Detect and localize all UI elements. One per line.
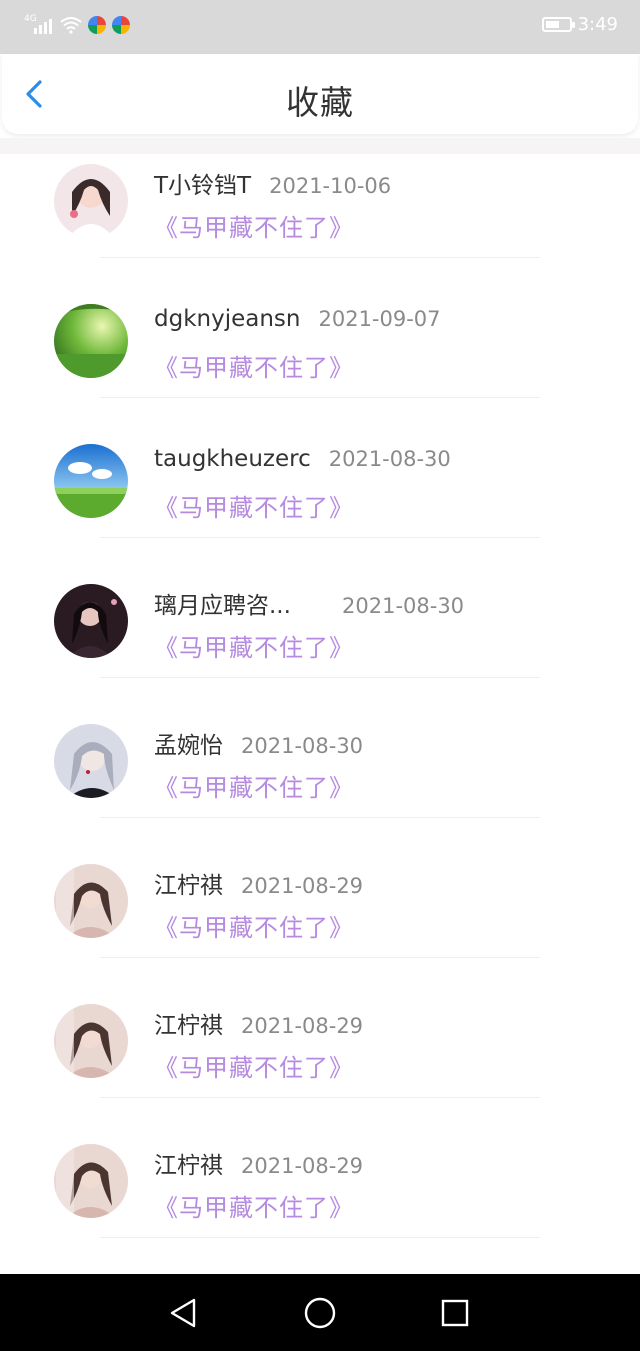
item-meta: 璃月应聘咨... 2021-08-30 (154, 586, 464, 620)
user-name[interactable]: T小铃铛T (154, 166, 251, 200)
avatar[interactable] (54, 444, 128, 518)
status-left: 4G (24, 14, 130, 36)
avatar[interactable] (54, 164, 128, 238)
app-notification-icon (112, 16, 130, 34)
book-title-link[interactable]: 《马甲藏不住了》 (154, 1048, 354, 1083)
wifi-icon (60, 16, 82, 34)
triangle-back-icon (170, 1298, 196, 1328)
user-name[interactable]: 江柠祺 (154, 1006, 223, 1040)
favorite-date: 2021-08-29 (241, 874, 364, 898)
list-item[interactable]: 璃月应聘咨... 2021-08-30 《马甲藏不住了》 (0, 574, 640, 714)
item-meta: taugkheuzerc 2021-08-30 (154, 446, 451, 472)
favorite-date: 2021-08-29 (241, 1014, 364, 1038)
list-item[interactable]: 江柠祺 2021-08-29 《马甲藏不住了》 (0, 994, 640, 1134)
header-spacer (0, 138, 640, 154)
divider (100, 257, 540, 258)
app-notification-icon (88, 16, 106, 34)
item-meta: 江柠祺 2021-08-29 (154, 1146, 363, 1180)
status-right: 3:49 (541, 14, 618, 35)
status-bar: 4G 3:49 (0, 0, 640, 54)
avatar[interactable] (54, 584, 128, 658)
divider (100, 1097, 540, 1098)
list-item[interactable]: 孟婉怡 2021-08-30 《马甲藏不住了》 (0, 714, 640, 854)
divider (100, 677, 540, 678)
item-meta: T小铃铛T 2021-10-06 (154, 166, 391, 200)
book-title-link[interactable]: 《马甲藏不住了》 (154, 628, 354, 663)
item-meta: dgknyjeansn 2021-09-07 (154, 306, 441, 332)
user-name[interactable]: dgknyjeansn (154, 306, 300, 332)
favorite-date: 2021-09-07 (318, 307, 441, 331)
divider (100, 817, 540, 818)
nav-back-button[interactable] (166, 1296, 200, 1330)
page-title: 收藏 (286, 83, 354, 122)
app-header: 收藏 (2, 54, 638, 134)
avatar[interactable] (54, 1144, 128, 1218)
divider (100, 957, 540, 958)
favorite-date: 2021-10-06 (269, 174, 392, 198)
system-nav-bar (0, 1274, 640, 1351)
status-time: 3:49 (577, 14, 618, 35)
book-title-link[interactable]: 《马甲藏不住了》 (154, 208, 354, 243)
nav-recent-apps-button[interactable] (438, 1296, 472, 1330)
item-meta: 江柠祺 2021-08-29 (154, 1006, 363, 1040)
user-name[interactable]: 江柠祺 (154, 866, 223, 900)
divider (100, 1237, 540, 1238)
avatar[interactable] (54, 724, 128, 798)
user-name[interactable]: 江柠祺 (154, 1146, 223, 1180)
list-item[interactable]: dgknyjeansn 2021-09-07 《马甲藏不住了》 (0, 294, 640, 434)
cell-signal-icon: 4G (24, 14, 54, 36)
book-title-link[interactable]: 《马甲藏不住了》 (154, 1188, 354, 1223)
book-title-link[interactable]: 《马甲藏不住了》 (154, 348, 354, 383)
nav-home-button[interactable] (303, 1296, 337, 1330)
avatar[interactable] (54, 1004, 128, 1078)
divider (100, 537, 540, 538)
book-title-link[interactable]: 《马甲藏不住了》 (154, 488, 354, 523)
list-item[interactable]: taugkheuzerc 2021-08-30 《马甲藏不住了》 (0, 434, 640, 574)
favorite-date: 2021-08-29 (241, 1154, 364, 1178)
user-name[interactable]: taugkheuzerc (154, 446, 311, 472)
square-recents-icon (441, 1299, 469, 1327)
favorite-date: 2021-08-30 (241, 734, 364, 758)
user-name[interactable]: 璃月应聘咨... (154, 586, 324, 620)
list-item[interactable]: 江柠祺 2021-08-29 《马甲藏不住了》 (0, 854, 640, 994)
book-title-link[interactable]: 《马甲藏不住了》 (154, 768, 354, 803)
user-name[interactable]: 孟婉怡 (154, 726, 223, 760)
battery-icon (541, 17, 575, 32)
circle-home-icon (304, 1297, 336, 1329)
favorite-date: 2021-08-30 (328, 447, 451, 471)
avatar[interactable] (54, 304, 128, 378)
favorite-date: 2021-08-30 (342, 594, 465, 618)
item-meta: 江柠祺 2021-08-29 (154, 866, 363, 900)
list-item[interactable]: 江柠祺 2021-08-29 《马甲藏不住了》 (0, 1134, 640, 1274)
book-title-link[interactable]: 《马甲藏不住了》 (154, 908, 354, 943)
avatar[interactable] (54, 864, 128, 938)
divider (100, 397, 540, 398)
battery-level-fill (545, 21, 560, 28)
item-meta: 孟婉怡 2021-08-30 (154, 726, 363, 760)
list-item[interactable]: T小铃铛T 2021-10-06 《马甲藏不住了》 (0, 154, 640, 294)
